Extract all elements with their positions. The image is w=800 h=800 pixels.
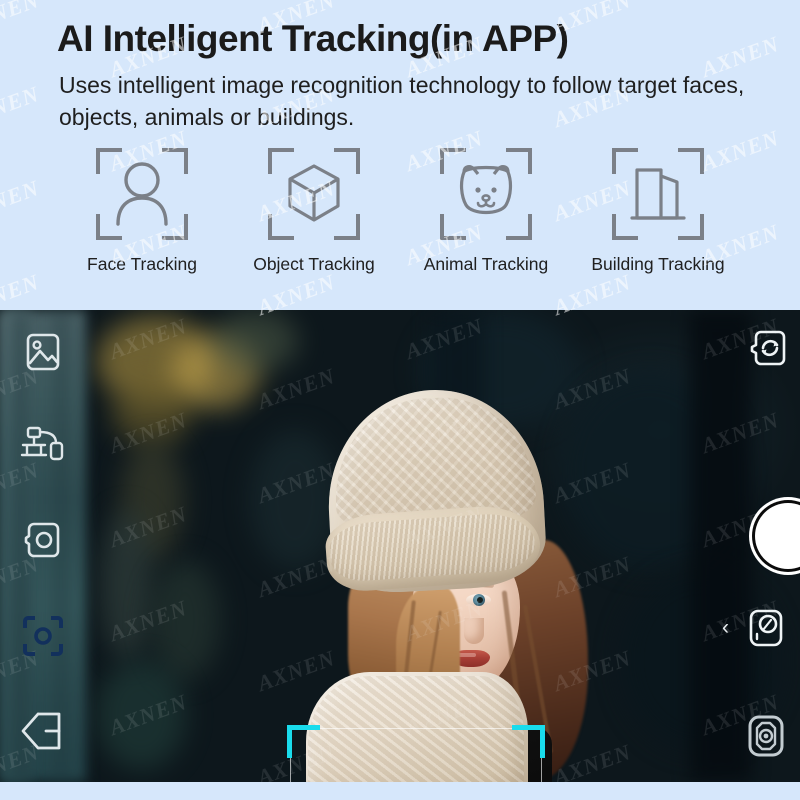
header-section: AI Intelligent Tracking(in APP) Uses int… xyxy=(0,0,800,310)
camera-preview[interactable] xyxy=(0,310,800,782)
feature-building-tracking[interactable]: Building Tracking xyxy=(572,148,744,275)
gallery-icon[interactable] xyxy=(21,330,65,374)
tracked-subject xyxy=(300,384,630,782)
settings-aperture-icon[interactable] xyxy=(744,712,788,760)
tracking-corner-icon xyxy=(512,725,545,758)
back-arrow-icon[interactable] xyxy=(18,710,68,752)
feature-face-tracking[interactable]: Face Tracking xyxy=(56,148,228,275)
gimbal-control-icon[interactable] xyxy=(18,423,68,469)
building-tracking-icon-wrap xyxy=(612,148,704,240)
tracking-box xyxy=(290,728,542,782)
object-tracking-icon-wrap xyxy=(268,148,360,240)
cube-icon xyxy=(288,164,340,222)
building-icon xyxy=(630,168,686,220)
feature-row: Face Tracking Object Tracking Animal Tra… xyxy=(0,148,800,275)
feature-label: Animal Tracking xyxy=(423,254,549,274)
camera-mode-icon[interactable] xyxy=(21,518,65,562)
shutter-button[interactable] xyxy=(755,503,800,569)
switch-camera-icon[interactable] xyxy=(746,328,792,372)
photo-mode-icon[interactable] xyxy=(744,606,788,650)
person-icon xyxy=(116,162,168,226)
animal-tracking-icon-wrap xyxy=(440,148,532,240)
camera-right-toolbar: ‹ xyxy=(718,310,800,782)
face-tracking-icon-wrap xyxy=(96,148,188,240)
dog-face-icon xyxy=(459,165,513,215)
feature-label: Object Tracking xyxy=(253,254,375,274)
feature-label: Face Tracking xyxy=(87,254,197,274)
preview-photo xyxy=(0,310,800,782)
footer-strip xyxy=(0,782,800,800)
page-title: AI Intelligent Tracking(in APP) xyxy=(57,18,569,59)
page-subtitle: Uses intelligent image recognition techn… xyxy=(59,72,745,130)
feature-object-tracking[interactable]: Object Tracking xyxy=(228,148,400,275)
camera-left-toolbar xyxy=(0,310,86,782)
promo-page: AI Intelligent Tracking(in APP) Uses int… xyxy=(0,0,800,800)
ai-tracking-icon[interactable] xyxy=(20,613,66,659)
feature-animal-tracking[interactable]: Animal Tracking xyxy=(400,148,572,275)
feature-label: Building Tracking xyxy=(591,254,725,274)
mode-prev-chevron-icon[interactable]: ‹ xyxy=(722,617,729,638)
tracking-frame xyxy=(287,725,545,782)
tracking-corner-icon xyxy=(287,725,320,758)
